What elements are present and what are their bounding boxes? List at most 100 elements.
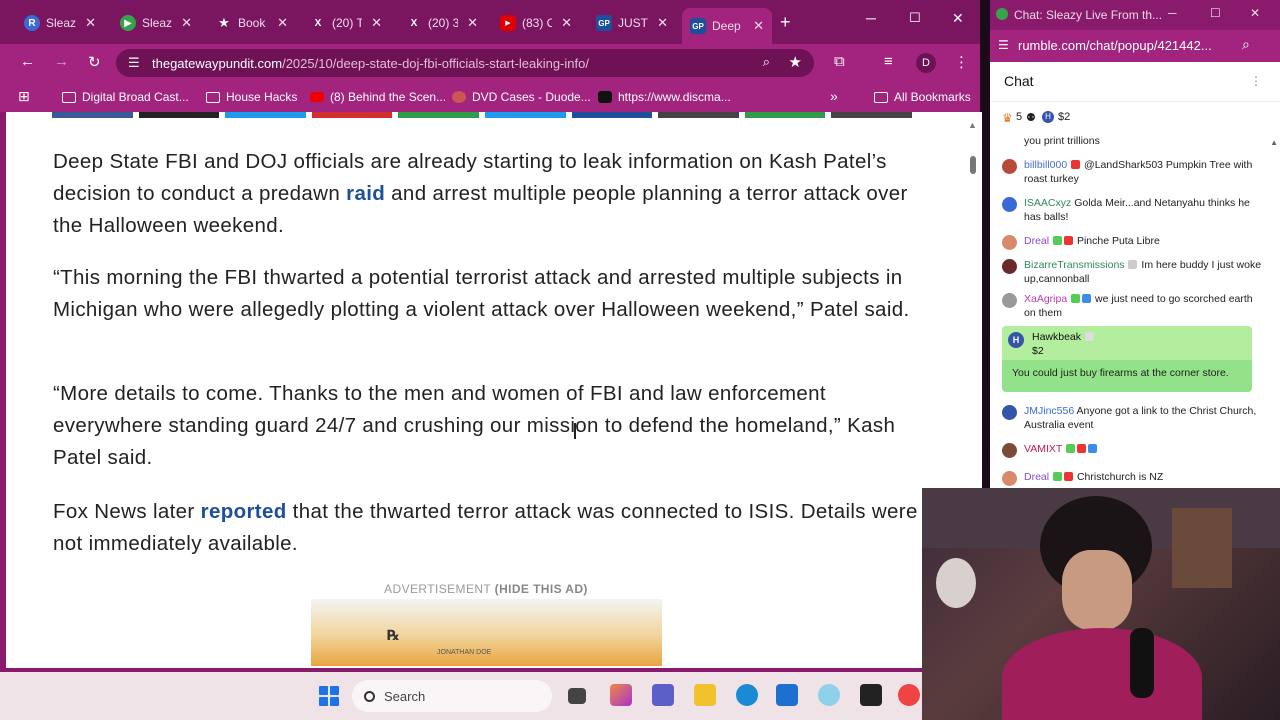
tab-2[interactable]: ▶ Sleazy ✕ xyxy=(112,8,200,38)
zoom-icon[interactable]: ⌕ xyxy=(763,54,770,70)
search-icon[interactable]: ⌕ xyxy=(1242,36,1250,53)
message-body: VAMIXT xyxy=(1024,442,1262,456)
message-username[interactable]: Dreal xyxy=(1024,235,1049,247)
rant-avatar[interactable]: H xyxy=(1008,332,1024,348)
bookmark-discma[interactable]: https://www.discma... xyxy=(598,90,731,104)
message-username[interactable]: JMJinc556 xyxy=(1024,405,1074,417)
close-tab-icon[interactable]: ✕ xyxy=(181,15,192,31)
forward-icon[interactable]: → xyxy=(54,53,69,70)
new-tab-icon[interactable]: + xyxy=(780,12,791,33)
badge-icon xyxy=(1128,260,1138,269)
chat-message: Dreal Christchurch is NZ xyxy=(1002,470,1262,486)
tab-4[interactable]: X (20) T ✕ xyxy=(302,8,390,38)
close-window-icon[interactable]: ✕ xyxy=(952,10,964,27)
maximize-icon[interactable]: ☐ xyxy=(1210,6,1221,20)
scroll-thumb[interactable] xyxy=(970,156,976,174)
badge-icon xyxy=(1064,236,1074,245)
app-icon[interactable] xyxy=(860,684,882,706)
minimize-icon[interactable]: ─ xyxy=(866,10,876,26)
message-username[interactable]: VAMIXT xyxy=(1024,443,1062,455)
copilot-icon[interactable] xyxy=(610,684,632,706)
bookmark-star-icon[interactable]: ★ xyxy=(789,53,802,71)
chrome-icon[interactable] xyxy=(898,684,920,706)
bookmark-label: All Bookmarks xyxy=(894,90,971,104)
reload-icon[interactable]: ↻ xyxy=(88,53,101,71)
chat-stats: ♛ 5 ⚉ H $2 xyxy=(990,104,1280,132)
badge-icon xyxy=(1066,444,1076,453)
advertisement-image[interactable]: ℞ JONATHAN DOE xyxy=(311,599,662,666)
close-tab-icon[interactable]: ✕ xyxy=(467,15,478,31)
x-favicon-icon: X xyxy=(314,17,322,29)
start-menu-icon[interactable] xyxy=(319,686,339,706)
chat-url-bar[interactable]: ☰ rumble.com/chat/popup/421442... ⌕ xyxy=(990,30,1280,62)
raid-link[interactable]: raid xyxy=(346,182,385,205)
avatar[interactable] xyxy=(1002,471,1017,486)
reported-link[interactable]: reported xyxy=(201,500,287,523)
app-icon[interactable] xyxy=(818,684,840,706)
avatar[interactable] xyxy=(1002,259,1017,274)
close-window-icon[interactable]: ✕ xyxy=(1250,6,1260,20)
tab-1[interactable]: R Sleazy ✕ xyxy=(16,8,104,38)
chat-window-title: Chat: Sleazy Live From th... xyxy=(1014,8,1163,22)
close-tab-icon[interactable]: ✕ xyxy=(657,15,668,31)
chat-popup-window: Chat: Sleazy Live From th... ─ ☐ ✕ ☰ rum… xyxy=(990,0,1280,488)
close-tab-icon[interactable]: ✕ xyxy=(85,15,96,31)
chat-menu-icon[interactable]: ⋮ xyxy=(1250,74,1262,88)
menu-icon[interactable]: ⋮ xyxy=(954,53,969,71)
close-tab-icon[interactable]: ✕ xyxy=(561,15,572,31)
message-username[interactable]: XaAgripa xyxy=(1024,293,1067,305)
message-username[interactable]: Dreal xyxy=(1024,471,1049,483)
taskbar-search[interactable]: Search xyxy=(352,680,552,712)
tab-3[interactable]: ★ Book ✕ xyxy=(208,8,296,38)
message-body: billbill000 @LandShark503 Pumpkin Tree w… xyxy=(1024,158,1262,186)
maximize-icon[interactable]: ☐ xyxy=(909,10,921,26)
edge-icon[interactable] xyxy=(736,684,758,706)
bookmark-behind-scenes[interactable]: (8) Behind the Scen... xyxy=(310,90,446,104)
avatar[interactable] xyxy=(1002,443,1017,458)
chat-scroll-up-icon[interactable]: ▲ xyxy=(1270,138,1278,147)
avatar[interactable] xyxy=(1002,235,1017,250)
address-bar[interactable]: ☰ thegatewaypundit.com/2025/10/deep-stat… xyxy=(116,49,814,77)
message-username[interactable]: billbill000 xyxy=(1024,159,1067,171)
avatar[interactable] xyxy=(1002,293,1017,308)
close-tab-icon[interactable]: ✕ xyxy=(753,18,764,34)
teams-icon[interactable] xyxy=(652,684,674,706)
reading-list-icon[interactable]: ≡ xyxy=(884,53,893,70)
media-icon[interactable]: ⧉ xyxy=(834,53,845,70)
site-info-icon[interactable]: ☰ xyxy=(128,55,140,71)
rumble-icon xyxy=(996,8,1008,20)
site-info-icon[interactable]: ☰ xyxy=(998,38,1009,52)
apps-grid-icon[interactable]: ⊞ xyxy=(18,88,30,105)
message-username[interactable]: ISAACxyz xyxy=(1024,197,1071,209)
bookmark-digital-broadcast[interactable]: Digital Broad Cast... xyxy=(62,90,189,104)
bookmark-all[interactable]: All Bookmarks xyxy=(874,90,971,104)
rant-username[interactable]: Hawkbeak xyxy=(1032,331,1081,343)
file-explorer-icon[interactable] xyxy=(694,684,716,706)
minimize-icon[interactable]: ─ xyxy=(1168,6,1177,20)
close-tab-icon[interactable]: ✕ xyxy=(371,15,382,31)
badge-icon xyxy=(1082,294,1092,303)
badge-icon xyxy=(1053,236,1063,245)
tab-5[interactable]: X (20) 3 ✕ xyxy=(398,8,486,38)
task-view-icon[interactable] xyxy=(568,688,586,704)
profile-avatar[interactable]: D xyxy=(916,53,936,73)
tab-7[interactable]: GP JUST ✕ xyxy=(588,8,676,38)
avatar[interactable] xyxy=(1002,405,1017,420)
message-username[interactable]: BizarreTransmissions xyxy=(1024,259,1125,271)
close-tab-icon[interactable]: ✕ xyxy=(277,15,288,31)
store-icon[interactable] xyxy=(776,684,798,706)
ad-image-text: JONATHAN DOE xyxy=(437,649,492,656)
chat-message: you print trillions xyxy=(1002,134,1262,148)
bookmark-dvd-cases[interactable]: DVD Cases - Duode... xyxy=(452,90,591,104)
tab-6[interactable]: ▶ (83) C ✕ xyxy=(492,8,580,38)
bookmark-house-hacks[interactable]: House Hacks xyxy=(206,90,297,104)
share-buttons-strip xyxy=(52,112,912,118)
more-bookmarks-icon[interactable]: » xyxy=(830,88,838,104)
avatar[interactable] xyxy=(1002,197,1017,212)
hide-ad-link[interactable]: (HIDE THIS AD) xyxy=(495,582,588,596)
badge-icon xyxy=(1077,444,1087,453)
tab-8-active[interactable]: GP Deep ✕ xyxy=(682,8,772,44)
avatar[interactable] xyxy=(1002,159,1017,174)
back-icon[interactable]: ← xyxy=(20,53,35,70)
scroll-up-icon[interactable]: ▲ xyxy=(968,120,977,130)
